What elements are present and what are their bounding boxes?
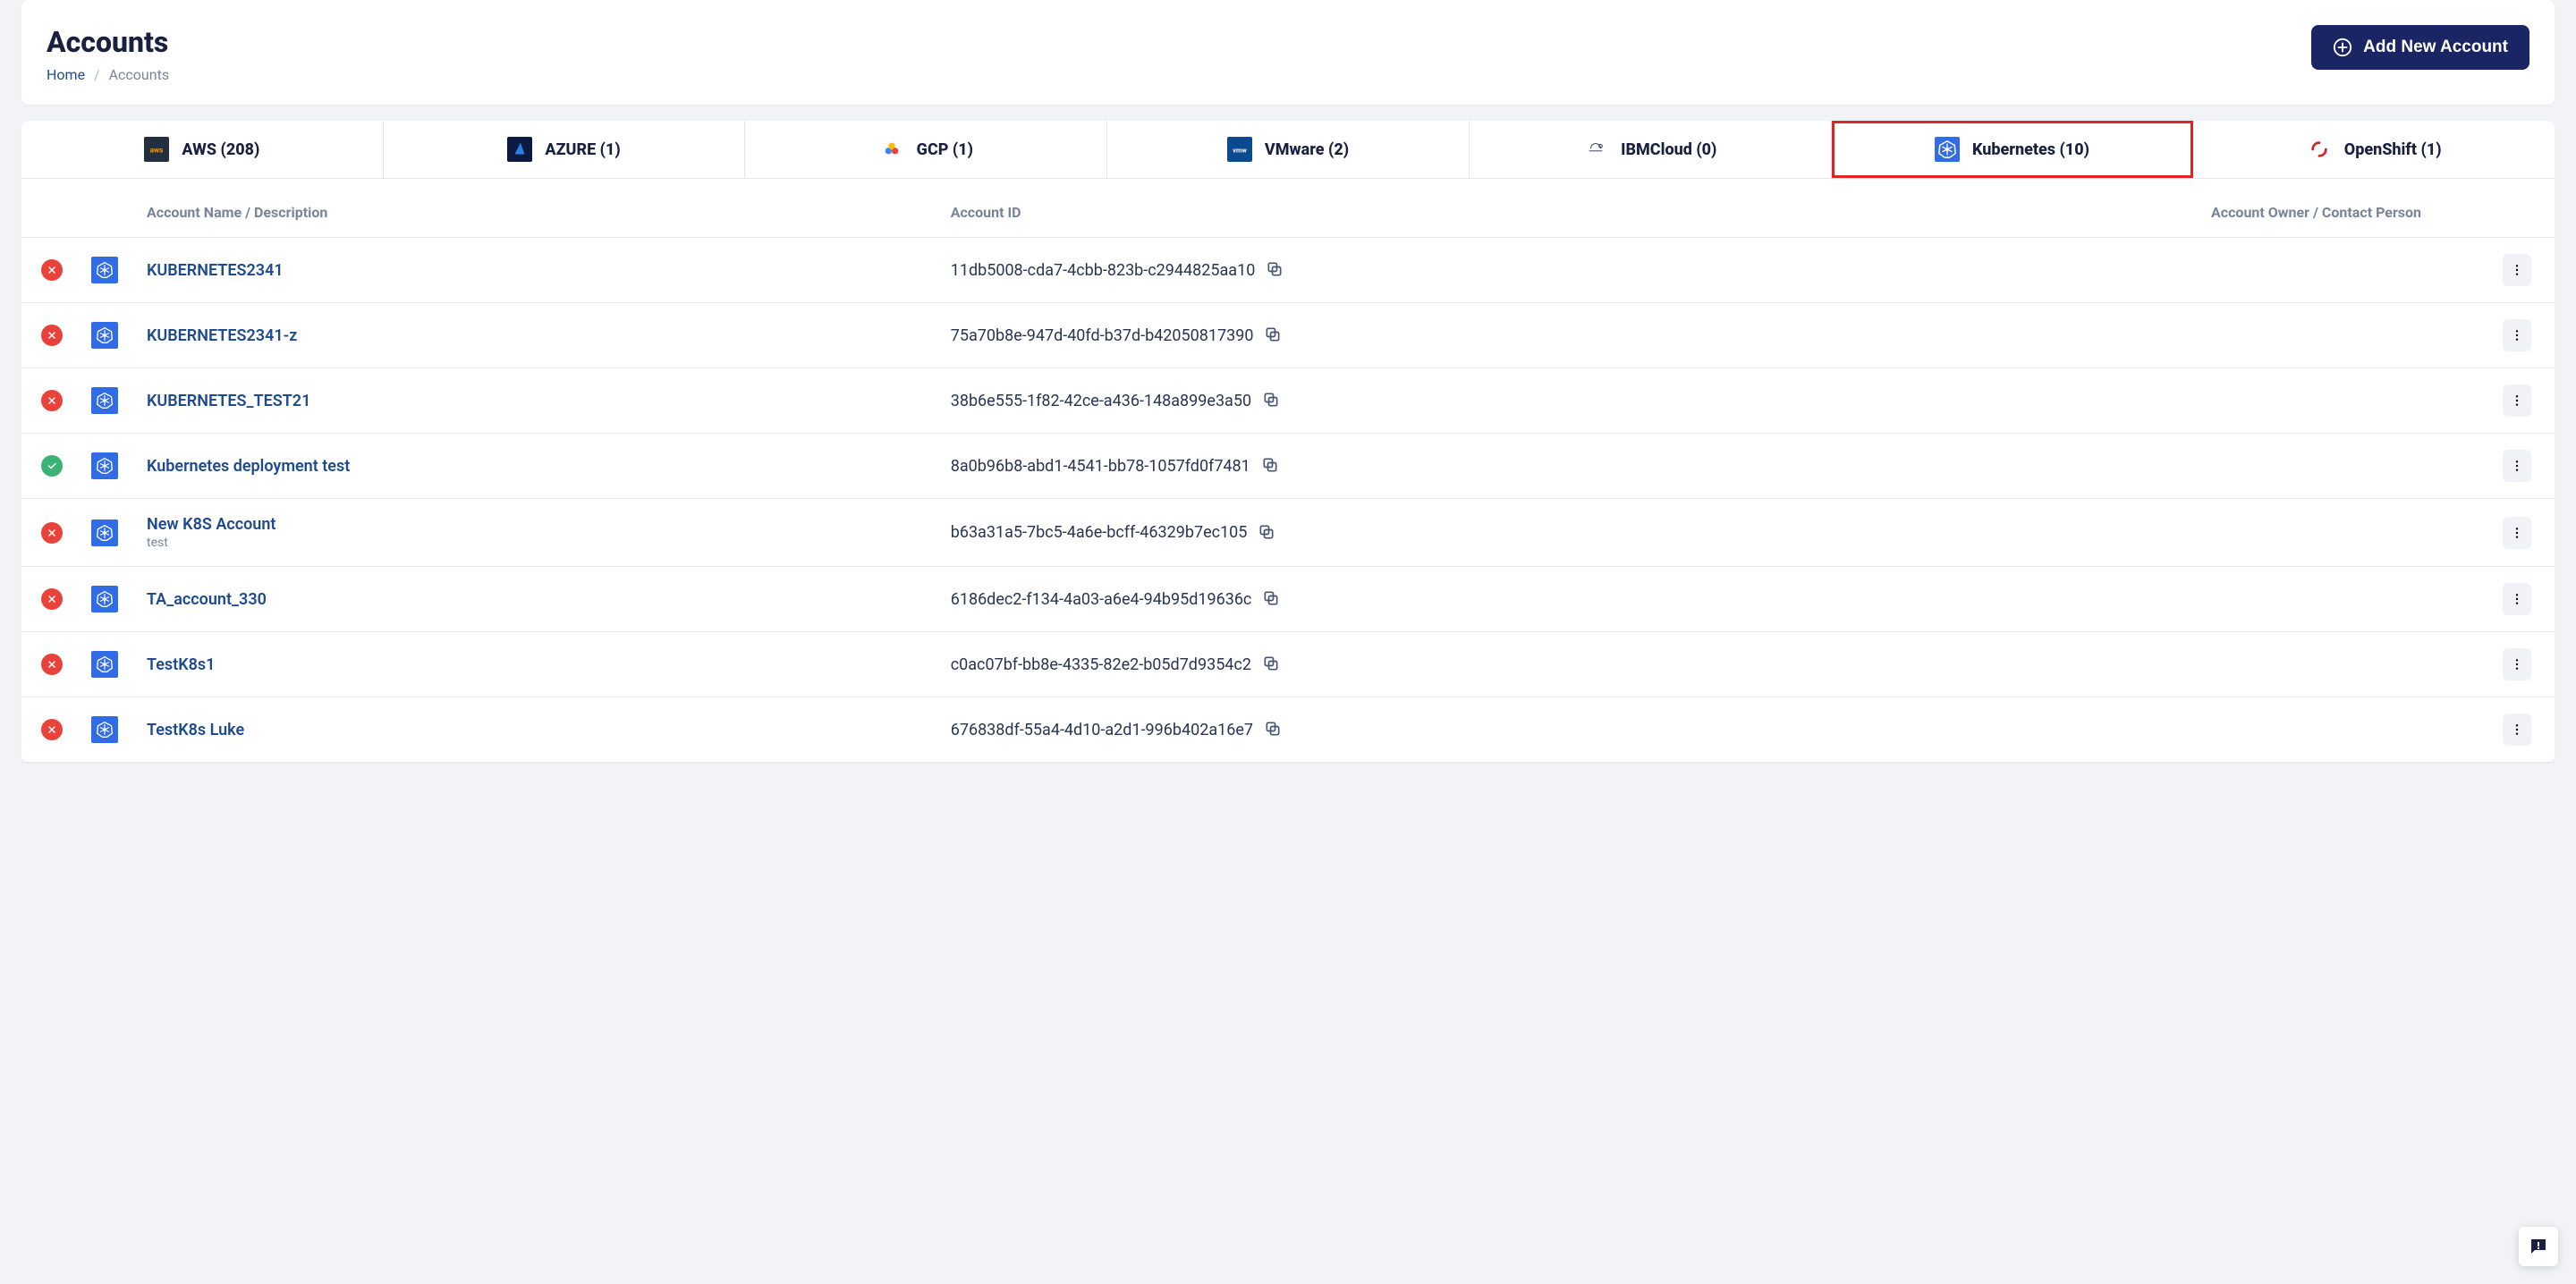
table-row: TestK8s Luke 676838df-55a4-4d10-a2d1-996… <box>21 697 2555 763</box>
column-status <box>21 179 77 238</box>
vmware-icon <box>1227 137 1252 162</box>
row-actions-button[interactable] <box>2503 319 2531 351</box>
aws-icon <box>144 137 169 162</box>
copy-id-button[interactable] <box>1261 456 1281 476</box>
tab-vmware[interactable]: VMware (2) <box>1107 121 1470 178</box>
ibm-icon <box>1583 137 1608 162</box>
chat-icon <box>2528 1236 2549 1257</box>
account-description: test <box>147 536 922 550</box>
row-actions-button[interactable] <box>2503 714 2531 746</box>
status-error-icon <box>41 325 63 346</box>
plus-circle-icon <box>2333 38 2352 57</box>
account-name-link[interactable]: KUBERNETES_TEST21 <box>147 392 310 410</box>
account-id: 6186dec2-f134-4a03-a6e4-94b95d19636c <box>951 590 1252 609</box>
accounts-table: Account Name / Description Account ID Ac… <box>21 179 2555 763</box>
kubernetes-icon <box>91 716 118 743</box>
row-actions-button[interactable] <box>2503 517 2531 549</box>
add-new-account-label: Add New Account <box>2363 38 2508 57</box>
k8s-icon <box>1935 137 1960 162</box>
tab-label: OpenShift (1) <box>2344 140 2442 159</box>
account-id: c0ac07bf-bb8e-4335-82e2-b05d7d9354c2 <box>951 655 1251 674</box>
account-id: 11db5008-cda7-4cbb-823b-c2944825aa10 <box>951 261 1256 280</box>
tab-azure[interactable]: AZURE (1) <box>384 121 746 178</box>
kubernetes-icon <box>91 257 118 283</box>
column-name[interactable]: Account Name / Description <box>132 179 936 238</box>
add-new-account-button[interactable]: Add New Account <box>2311 25 2529 70</box>
kubernetes-icon <box>91 520 118 546</box>
tab-aws[interactable]: AWS (208) <box>21 121 384 178</box>
tab-label: AZURE (1) <box>545 140 620 159</box>
account-name-link[interactable]: TestK8s Luke <box>147 721 244 739</box>
copy-id-button[interactable] <box>1264 325 1284 345</box>
account-name-link[interactable]: KUBERNETES2341-z <box>147 326 297 345</box>
copy-id-button[interactable] <box>1258 523 1277 543</box>
row-actions-button[interactable] <box>2503 450 2531 482</box>
table-row: New K8S Account test b63a31a5-7bc5-4a6e-… <box>21 499 2555 567</box>
openshift-icon <box>2307 137 2332 162</box>
tab-label: AWS (208) <box>182 140 259 159</box>
status-error-icon <box>41 719 63 740</box>
kubernetes-icon <box>91 586 118 612</box>
copy-id-button[interactable] <box>1266 260 1285 280</box>
account-id: 38b6e555-1f82-42ce-a436-148a899e3a50 <box>951 392 1251 410</box>
account-name-link[interactable]: New K8S Account <box>147 515 275 534</box>
tab-openshift[interactable]: OpenShift (1) <box>2193 121 2555 178</box>
tab-k8s[interactable]: Kubernetes (10) <box>1832 121 2194 178</box>
copy-id-button[interactable] <box>1262 589 1282 609</box>
status-error-icon <box>41 390 63 411</box>
status-error-icon <box>41 654 63 675</box>
status-error-icon <box>41 588 63 610</box>
account-id: b63a31a5-7bc5-4a6e-bcff-46329b7ec105 <box>951 523 1248 542</box>
breadcrumb: Home / Accounts <box>47 66 169 83</box>
row-actions-button[interactable] <box>2503 583 2531 615</box>
copy-id-button[interactable] <box>1264 720 1284 739</box>
table-row: KUBERNETES2341-z 75a70b8e-947d-40fd-b37d… <box>21 303 2555 368</box>
breadcrumb-separator: / <box>94 66 100 83</box>
table-row: KUBERNETES_TEST21 38b6e555-1f82-42ce-a43… <box>21 368 2555 434</box>
status-ok-icon <box>41 455 63 477</box>
page-title: Accounts <box>47 25 169 59</box>
row-actions-button[interactable] <box>2503 254 2531 286</box>
column-actions <box>2483 179 2555 238</box>
breadcrumb-current: Accounts <box>109 66 169 83</box>
copy-id-button[interactable] <box>1262 391 1282 410</box>
kubernetes-icon <box>91 387 118 414</box>
account-name-link[interactable]: TestK8s1 <box>147 655 215 674</box>
kubernetes-icon <box>91 452 118 479</box>
tab-gcp[interactable]: GCP (1) <box>745 121 1107 178</box>
row-actions-button[interactable] <box>2503 648 2531 680</box>
breadcrumb-home[interactable]: Home <box>47 66 85 83</box>
row-actions-button[interactable] <box>2503 384 2531 417</box>
tab-ibm[interactable]: IBMCloud (0) <box>1470 121 1832 178</box>
account-id: 8a0b96b8-abd1-4541-bb78-1057fd0f7481 <box>951 457 1250 476</box>
table-row: TA_account_330 6186dec2-f134-4a03-a6e4-9… <box>21 567 2555 632</box>
provider-tabs: AWS (208) AZURE (1) GCP (1) VMware (2) IBMCl… <box>21 121 2555 179</box>
gcp-icon <box>879 137 904 162</box>
azure-icon <box>507 137 532 162</box>
column-id[interactable]: Account ID <box>936 179 2197 238</box>
tab-label: VMware (2) <box>1265 140 1349 159</box>
account-name-link[interactable]: KUBERNETES2341 <box>147 261 284 280</box>
status-error-icon <box>41 259 63 281</box>
column-provider <box>77 179 132 238</box>
tab-label: Kubernetes (10) <box>1972 140 2089 159</box>
accounts-card: AWS (208) AZURE (1) GCP (1) VMware (2) IBMCl… <box>21 121 2555 763</box>
account-name-link[interactable]: Kubernetes deployment test <box>147 457 350 476</box>
table-row: Kubernetes deployment test 8a0b96b8-abd1… <box>21 434 2555 499</box>
tab-label: GCP (1) <box>917 140 973 159</box>
table-row: KUBERNETES2341 11db5008-cda7-4cbb-823b-c… <box>21 238 2555 303</box>
account-id: 676838df-55a4-4d10-a2d1-996b402a16e7 <box>951 721 1253 739</box>
page-header: Accounts Home / Accounts Add New Account <box>21 0 2555 105</box>
kubernetes-icon <box>91 651 118 678</box>
chat-widget-button[interactable] <box>2519 1227 2558 1266</box>
copy-id-button[interactable] <box>1262 655 1282 674</box>
table-row: TestK8s1 c0ac07bf-bb8e-4335-82e2-b05d7d9… <box>21 632 2555 697</box>
account-id: 75a70b8e-947d-40fd-b37d-b42050817390 <box>951 326 1254 345</box>
status-error-icon <box>41 522 63 544</box>
tab-label: IBMCloud (0) <box>1621 140 1716 159</box>
account-name-link[interactable]: TA_account_330 <box>147 590 267 609</box>
column-owner[interactable]: Account Owner / Contact Person <box>2197 179 2483 238</box>
kubernetes-icon <box>91 322 118 349</box>
